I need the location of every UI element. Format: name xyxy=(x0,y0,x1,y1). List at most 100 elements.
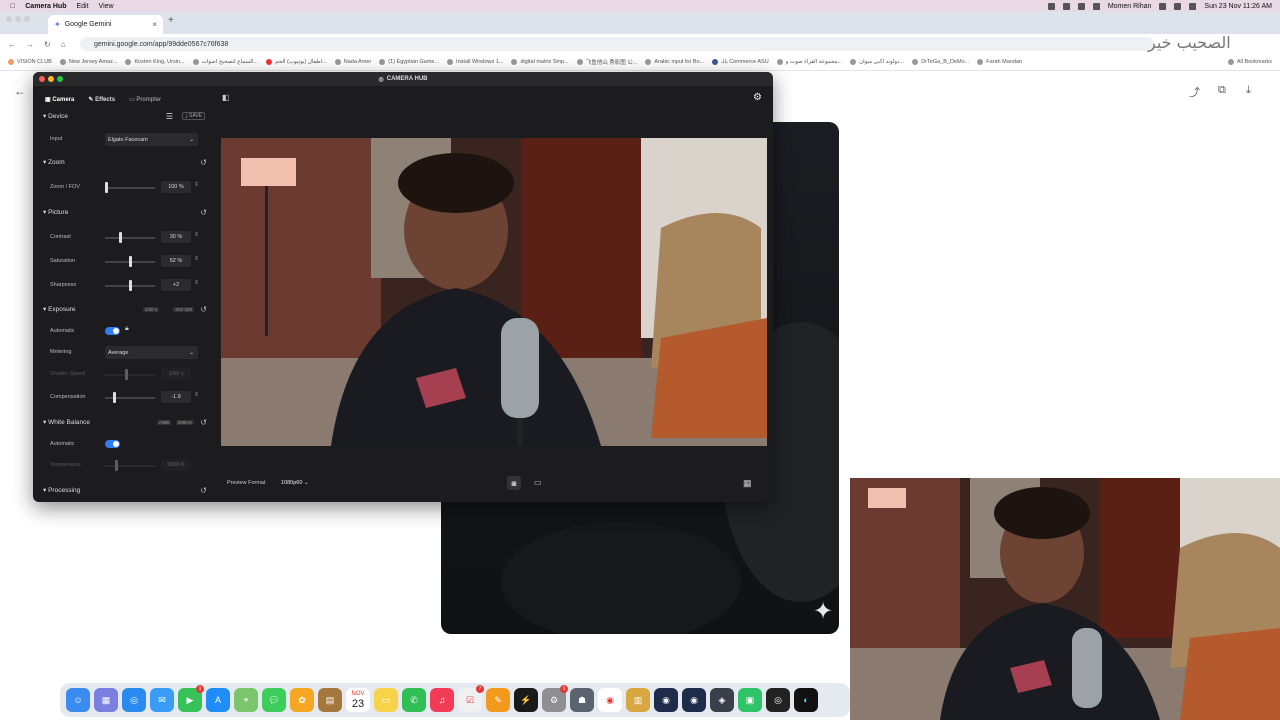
input-select[interactable]: Elgato Facecam ⌄ xyxy=(105,133,198,146)
chrome-icon[interactable]: ◉ xyxy=(598,688,622,712)
exposure-auto-toggle[interactable] xyxy=(105,327,120,335)
pages-icon[interactable]: ✎ xyxy=(486,688,510,712)
section-exposure[interactable]: ▾ Exposure 1/60 s ISO 320 ↺ xyxy=(43,303,211,315)
apple-menu-icon[interactable]:  xyxy=(10,3,15,10)
preview-icon[interactable]: ☗ xyxy=(570,688,594,712)
snapshot-camera-icon[interactable]: ◙ xyxy=(507,476,521,490)
whatsapp-icon[interactable]: ✆ xyxy=(402,688,426,712)
section-picture[interactable]: ▾ Picture ↺ xyxy=(43,206,211,218)
url-bar[interactable]: gemini.google.com/app/99dde0567c76f638 xyxy=(80,37,1154,51)
bookmark-item[interactable]: Arabic input for Bo... xyxy=(645,59,704,65)
wb-auto-toggle[interactable] xyxy=(105,440,120,448)
metering-select[interactable]: Average ⌄ xyxy=(105,346,198,359)
tray-screen-icon[interactable] xyxy=(1077,2,1085,10)
stepper-icon[interactable]: ⇕ xyxy=(194,181,199,188)
stickies-icon[interactable]: ▭ xyxy=(374,688,398,712)
grid-icon[interactable]: ▦ xyxy=(743,478,752,489)
saturation-slider[interactable] xyxy=(105,256,155,267)
compensation-slider[interactable] xyxy=(105,392,155,403)
tray-sync-icon[interactable] xyxy=(1062,2,1070,10)
app-icon[interactable]: ▣ xyxy=(738,688,762,712)
reset-exposure-icon[interactable]: ↺ xyxy=(200,305,207,314)
menu-clock[interactable]: Sun 23 Nov 11:26 AM xyxy=(1204,3,1272,10)
window-minimize-button[interactable] xyxy=(15,16,21,22)
hub-zoom-button[interactable] xyxy=(57,76,63,82)
terminal-icon[interactable]: ⚡ xyxy=(514,688,538,712)
settings-icon[interactable]: ⚙ 1 xyxy=(542,685,568,712)
menu-user-name[interactable]: Momen Rihan xyxy=(1108,3,1152,10)
sharpness-slider[interactable] xyxy=(105,280,155,291)
list-icon[interactable]: ☰ xyxy=(166,112,173,121)
bookmark-item[interactable]: Install Windows 1... xyxy=(447,59,503,65)
reset-picture-icon[interactable]: ↺ xyxy=(200,208,207,217)
preview-format-select[interactable]: 1080p60 ⌄ xyxy=(277,478,313,488)
gemini-icon[interactable]: ◐ xyxy=(794,688,818,712)
compensation-value[interactable]: -1.9 xyxy=(161,391,191,403)
sidebar-toggle-icon[interactable]: ◧ xyxy=(222,93,230,102)
music-icon[interactable]: ♫ xyxy=(430,688,454,712)
new-tab-button[interactable]: + xyxy=(168,15,174,26)
sharpness-slider-knob[interactable] xyxy=(129,280,132,291)
appstore-icon[interactable]: A xyxy=(206,688,230,712)
reload-icon[interactable]: ↻ xyxy=(44,40,51,49)
contrast-slider-knob[interactable] xyxy=(119,232,122,243)
bookmark-item[interactable]: بالـ Commerce ASU xyxy=(712,59,769,65)
folder-icon[interactable]: ▭ xyxy=(534,478,542,487)
obs-icon[interactable]: ◎ xyxy=(766,688,790,712)
lock-icon[interactable]: 🔒︎ xyxy=(125,325,129,333)
stepper-icon[interactable]: ⇕ xyxy=(194,279,199,286)
launchpad-icon[interactable]: ▦ xyxy=(94,688,118,712)
menu-view[interactable]: View xyxy=(99,3,114,10)
window-close-button[interactable] xyxy=(6,16,12,22)
messages-icon[interactable]: 💬︎ xyxy=(262,688,286,712)
bookmark-item[interactable]: Farah Mandan xyxy=(977,59,1022,65)
save-button[interactable]: ⤓ SAVE xyxy=(182,112,205,120)
bookmark-item[interactable]: دولوند اكبى ميوان... xyxy=(850,59,904,65)
reset-zoom-icon[interactable]: ↺ xyxy=(200,158,207,167)
stepper-icon[interactable]: ⇕ xyxy=(194,255,199,262)
calendar-icon[interactable]: NOV 23 xyxy=(346,688,370,712)
notes-icon[interactable]: ▤ xyxy=(318,688,342,712)
section-zoom[interactable]: ▾ Zoom ↺ xyxy=(43,156,211,168)
bookmark-item[interactable]: السماع لتصحيح اصوات... xyxy=(192,59,258,65)
forward-icon[interactable]: → xyxy=(26,40,34,49)
search-icon[interactable] xyxy=(1189,2,1197,10)
photos-icon[interactable]: ✿ xyxy=(290,688,314,712)
contrast-value[interactable]: 30 % xyxy=(161,231,191,243)
facetime-icon[interactable]: ▶ 1 xyxy=(178,685,204,712)
wifi-icon[interactable] xyxy=(1174,2,1182,10)
home-icon[interactable]: ⌂ xyxy=(61,40,66,49)
volume-icon[interactable] xyxy=(1092,2,1100,10)
archive-icon[interactable]: ▥ xyxy=(626,688,650,712)
sharpness-value[interactable]: +2 xyxy=(161,279,191,291)
share-icon[interactable]: ⤴ xyxy=(1189,84,1200,100)
bookmark-item[interactable]: VISION CLUB xyxy=(8,59,52,65)
bookmark-item[interactable]: DrTeGa_B_DeMo... xyxy=(912,59,969,65)
safari-icon[interactable]: ◎ xyxy=(122,688,146,712)
vpn-icon[interactable]: ◈ xyxy=(710,688,734,712)
section-processing[interactable]: ▾ Processing ↺ xyxy=(43,484,211,496)
settings-gear-icon[interactable]: ⚙ xyxy=(753,92,762,103)
back-icon[interactable]: ← xyxy=(8,40,16,49)
saturation-value[interactable]: 52 % xyxy=(161,255,191,267)
zoom-slider-knob[interactable] xyxy=(105,182,108,193)
audio-icon[interactable]: ◉ xyxy=(654,688,678,712)
zoom-slider[interactable] xyxy=(105,182,155,193)
reset-processing-icon[interactable]: ↺ xyxy=(200,486,207,495)
contrast-slider[interactable] xyxy=(105,232,155,243)
finder-icon[interactable]: ☺ xyxy=(66,688,90,712)
bookmark-item[interactable]: Kirsten King, Ursin... xyxy=(125,59,185,65)
menu-app-name[interactable]: Camera Hub xyxy=(25,3,66,10)
reset-white-balance-icon[interactable]: ↺ xyxy=(200,418,207,427)
bookmark-item[interactable]: (1) Egyptian Game... xyxy=(379,59,439,65)
audio2-icon[interactable]: ◉ xyxy=(682,688,706,712)
download-icon[interactable]: ⤓ xyxy=(1246,84,1251,97)
tray-app-icon[interactable] xyxy=(1047,2,1055,10)
tab-gemini[interactable]: ✦ Google Gemini × xyxy=(48,15,163,34)
maps-icon[interactable]: ⌖ xyxy=(234,688,258,712)
all-bookmarks[interactable]: All Bookmarks xyxy=(1227,59,1272,65)
menu-edit[interactable]: Edit xyxy=(76,3,88,10)
compensation-slider-knob[interactable] xyxy=(113,392,116,403)
section-device[interactable]: ▾ Device ☰ ⤓ SAVE xyxy=(43,110,211,122)
bookmark-item[interactable]: 飞鱼他山 秀影图 公... xyxy=(576,58,637,66)
